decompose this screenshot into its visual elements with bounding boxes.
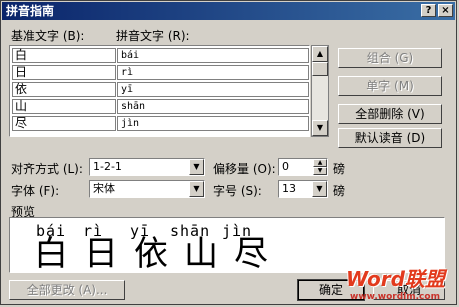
pinyin-cell[interactable]: jìn (117, 116, 309, 131)
offset-label: 偏移量 (O): (213, 162, 276, 176)
title-bar: 拼音指南 ? × (2, 2, 455, 20)
base-cell[interactable]: 白 (12, 48, 116, 63)
watermark-text: Word联盟 (346, 267, 445, 291)
pinyin-text-label: 拼音文字 (R): (116, 29, 190, 43)
delete-all-button[interactable]: 全部删除 (V) (338, 104, 442, 124)
alignment-select[interactable]: 1-2-1 ▼ (89, 158, 205, 176)
preview-char: 尽 (234, 234, 268, 274)
watermark-url: www.wordlm.com (350, 292, 440, 302)
font-value: 宋体 (93, 182, 115, 195)
alignment-label: 对齐方式 (L): (11, 162, 83, 176)
scroll-down-icon[interactable]: ▼ (312, 120, 328, 136)
offset-value: 0 (282, 160, 289, 173)
base-cell[interactable]: 日 (12, 65, 116, 80)
grid-scrollbar[interactable]: ▲ ▼ (311, 45, 329, 137)
pinyin-cell[interactable]: yī (117, 82, 309, 97)
base-cell[interactable]: 山 (12, 99, 116, 114)
size-label: 字号 (S): (213, 184, 262, 198)
pinyin-cell[interactable]: shān (117, 99, 309, 114)
preview-char: 依 (134, 234, 168, 274)
scroll-thumb[interactable] (312, 62, 328, 76)
size-value: 13 (282, 182, 296, 195)
change-all-button[interactable]: 全部更改 (A)... (9, 280, 125, 300)
size-select[interactable]: 13 ▼ (278, 180, 328, 198)
pinyin-cell[interactable]: rì (117, 65, 309, 80)
help-icon[interactable]: ? (421, 4, 436, 17)
base-text-label: 基准文字 (B): (11, 29, 85, 43)
pinyin-cell[interactable]: bái (117, 48, 309, 63)
base-cell[interactable]: 依 (12, 82, 116, 97)
combine-button[interactable]: 组合 (G) (338, 48, 442, 68)
watermark-logo: Word联盟 www.wordlm.com (346, 263, 445, 302)
offset-spinner[interactable]: 0 ▲ ▼ (278, 158, 328, 176)
spin-down-icon[interactable]: ▼ (313, 167, 327, 175)
font-label: 字体 (F): (11, 184, 60, 198)
window-title: 拼音指南 (6, 4, 55, 18)
scroll-up-icon[interactable]: ▲ (312, 46, 328, 62)
alignment-value: 1-2-1 (93, 160, 122, 173)
single-char-button[interactable]: 单字 (M) (338, 76, 442, 96)
font-select[interactable]: 宋体 ▼ (89, 180, 205, 198)
default-reading-button[interactable]: 默认读音 (D) (338, 128, 442, 148)
preview-char: 山 (184, 234, 218, 274)
chevron-down-icon[interactable]: ▼ (189, 181, 204, 197)
chevron-down-icon[interactable]: ▼ (312, 181, 327, 197)
chevron-down-icon[interactable]: ▼ (189, 159, 204, 175)
size-unit: 磅 (333, 184, 346, 198)
pinyin-guide-dialog: 拼音指南 ? × 基准文字 (B): 拼音文字 (R): 白 bái 日 rì … (0, 0, 457, 305)
preview-char: 日 (84, 234, 118, 274)
spin-up-icon[interactable]: ▲ (313, 159, 327, 167)
preview-char: 白 (34, 234, 68, 274)
pinyin-grid: 白 bái 日 rì 依 yī 山 shān 尽 jìn (9, 45, 310, 137)
close-icon[interactable]: × (438, 4, 453, 17)
offset-unit: 磅 (333, 162, 346, 176)
base-cell[interactable]: 尽 (12, 116, 116, 131)
